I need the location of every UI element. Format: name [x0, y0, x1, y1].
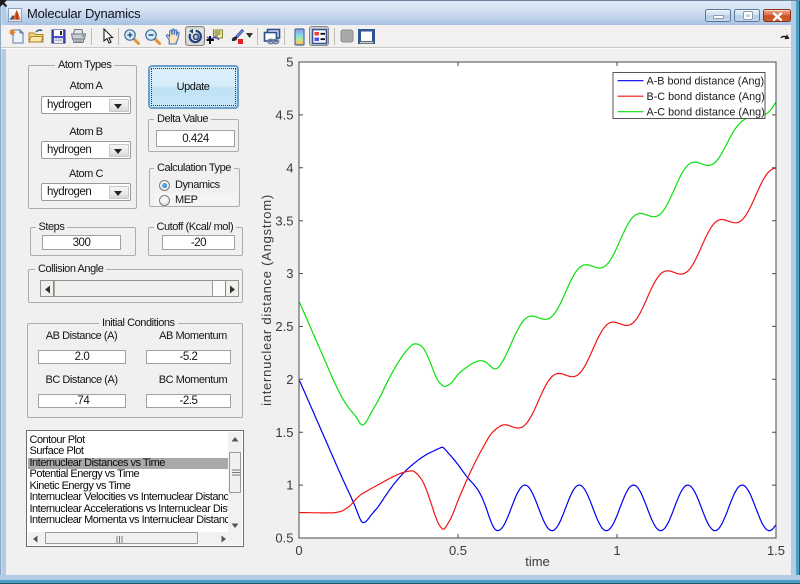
svg-text:A-B bond distance (Ang): A-B bond distance (Ang)	[647, 76, 765, 88]
svg-text:4: 4	[286, 160, 293, 175]
svg-text:0.5: 0.5	[449, 543, 467, 558]
svg-text:4.5: 4.5	[275, 108, 293, 123]
svg-text:2: 2	[286, 372, 293, 387]
svg-text:2.5: 2.5	[275, 319, 293, 334]
svg-text:1: 1	[286, 478, 293, 493]
svg-text:1.5: 1.5	[767, 543, 785, 558]
svg-text:5: 5	[286, 55, 293, 70]
svg-text:0.5: 0.5	[275, 531, 293, 546]
svg-text:time: time	[525, 554, 550, 569]
svg-text:0: 0	[295, 543, 302, 558]
svg-text:1.5: 1.5	[275, 425, 293, 440]
svg-text:1: 1	[613, 543, 620, 558]
svg-text:A-C bond distance (Ang): A-C bond distance (Ang)	[647, 107, 765, 119]
svg-text:3.5: 3.5	[275, 213, 293, 228]
svg-text:B-C bond distance (Ang): B-C bond distance (Ang)	[647, 91, 765, 103]
svg-text:3: 3	[286, 266, 293, 281]
svg-text:internuclear distance (Angstro: internuclear distance (Angstrom)	[259, 194, 274, 406]
